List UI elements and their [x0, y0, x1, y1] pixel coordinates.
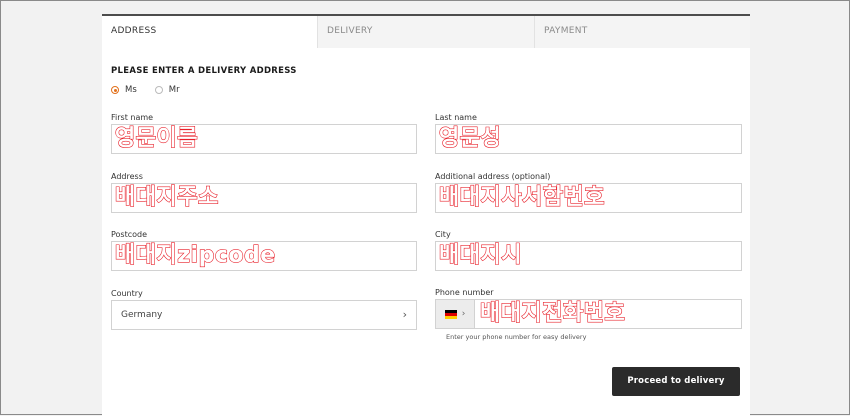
form-heading: PLEASE ENTER A DELIVERY ADDRESS [111, 66, 297, 76]
city-field[interactable]: 배대지시 [435, 241, 742, 271]
chevron-right-icon: › [461, 309, 466, 319]
radio-mr-label[interactable]: Mr [169, 85, 180, 95]
tab-delivery[interactable]: DELIVERY [318, 16, 535, 48]
radio-ms-label[interactable]: Ms [125, 85, 137, 95]
postcode-label: Postcode [111, 230, 148, 239]
country-value: Germany [121, 310, 163, 320]
address-value: 배대지주소 [114, 184, 219, 210]
radio-ms[interactable] [111, 86, 119, 94]
address-field[interactable]: 배대지주소 [111, 183, 417, 213]
country-code-picker[interactable]: › [436, 300, 475, 328]
chevron-right-icon: › [402, 308, 407, 321]
additional-address-value: 배대지사서함번호 [438, 184, 605, 210]
proceed-to-delivery-button[interactable]: Proceed to delivery [612, 367, 740, 396]
tab-payment[interactable]: PAYMENT [535, 16, 750, 48]
salutation-group: Ms Mr [111, 85, 198, 95]
window-frame: ADDRESS DELIVERY PAYMENT PLEASE ENTER A … [0, 0, 850, 416]
country-select[interactable]: Germany › [111, 300, 417, 330]
first-name-value: 영문이름 [114, 125, 198, 151]
city-value: 배대지시 [438, 242, 522, 268]
radio-mr[interactable] [154, 86, 163, 94]
additional-address-label: Additional address (optional) [435, 172, 551, 181]
phone-value: 배대지전화번호 [479, 300, 626, 326]
tab-address[interactable]: ADDRESS [102, 16, 318, 48]
phone-hint: Enter your phone number for easy deliver… [446, 333, 587, 341]
phone-field[interactable]: › 배대지전화번호 [435, 299, 742, 329]
phone-label: Phone number [435, 288, 494, 297]
additional-address-field[interactable]: 배대지사서함번호 [435, 183, 742, 213]
germany-flag-icon [444, 309, 457, 319]
address-label: Address [111, 172, 143, 181]
first-name-label: First name [111, 113, 154, 122]
last-name-label: Last name [435, 113, 477, 122]
last-name-field[interactable]: 영문성 [435, 124, 742, 154]
city-label: City [435, 230, 451, 239]
first-name-field[interactable]: 영문이름 [111, 124, 417, 154]
postcode-field[interactable]: 배대지zipcode [111, 241, 417, 271]
checkout-panel: ADDRESS DELIVERY PAYMENT PLEASE ENTER A … [102, 14, 750, 416]
last-name-value: 영문성 [438, 125, 502, 151]
checkout-steps: ADDRESS DELIVERY PAYMENT [102, 14, 750, 48]
country-label: Country [111, 289, 143, 298]
postcode-value: 배대지zipcode [114, 242, 276, 268]
